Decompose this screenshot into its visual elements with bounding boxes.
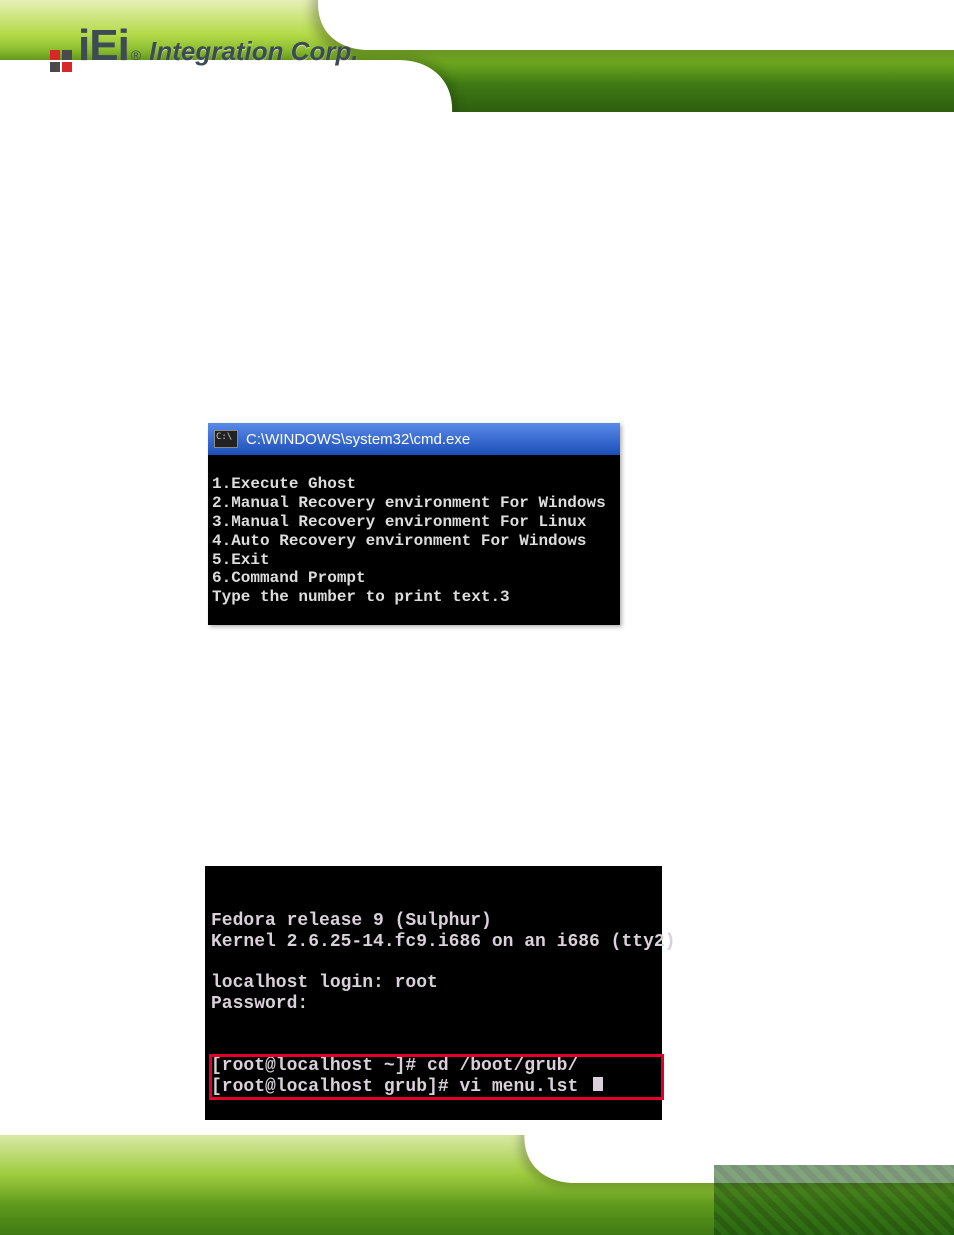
footer-pcb-texture xyxy=(714,1165,954,1235)
logo-subtext: Integration Corp. xyxy=(149,36,358,67)
brand-logo: iEi ® Integration Corp. xyxy=(50,18,359,72)
linux-highlighted-commands: [root@localhost ~]# cd /boot/grub/ [root… xyxy=(211,1056,662,1097)
cmd-icon xyxy=(214,430,238,448)
logo-mark-icon xyxy=(50,50,72,72)
linux-output: Fedora release 9 (Sulphur) Kernel 2.6.25… xyxy=(211,911,662,1014)
header-swoosh-top xyxy=(289,0,954,50)
cmd-titlebar: C:\WINDOWS\system32\cmd.exe xyxy=(208,423,620,455)
linux-terminal: Fedora release 9 (Sulphur) Kernel 2.6.25… xyxy=(205,866,662,1120)
cursor-icon xyxy=(593,1077,603,1091)
cmd-title-text: C:\WINDOWS\system32\cmd.exe xyxy=(246,431,470,448)
page-header: iEi ® Integration Corp. xyxy=(0,0,954,112)
page-footer xyxy=(0,1135,954,1235)
logo-text: iEi xyxy=(78,21,129,71)
logo-registered-icon: ® xyxy=(131,47,141,63)
cmd-body: 1.Execute Ghost 2.Manual Recovery enviro… xyxy=(208,455,620,625)
cmd-window: C:\WINDOWS\system32\cmd.exe 1.Execute Gh… xyxy=(208,423,620,625)
